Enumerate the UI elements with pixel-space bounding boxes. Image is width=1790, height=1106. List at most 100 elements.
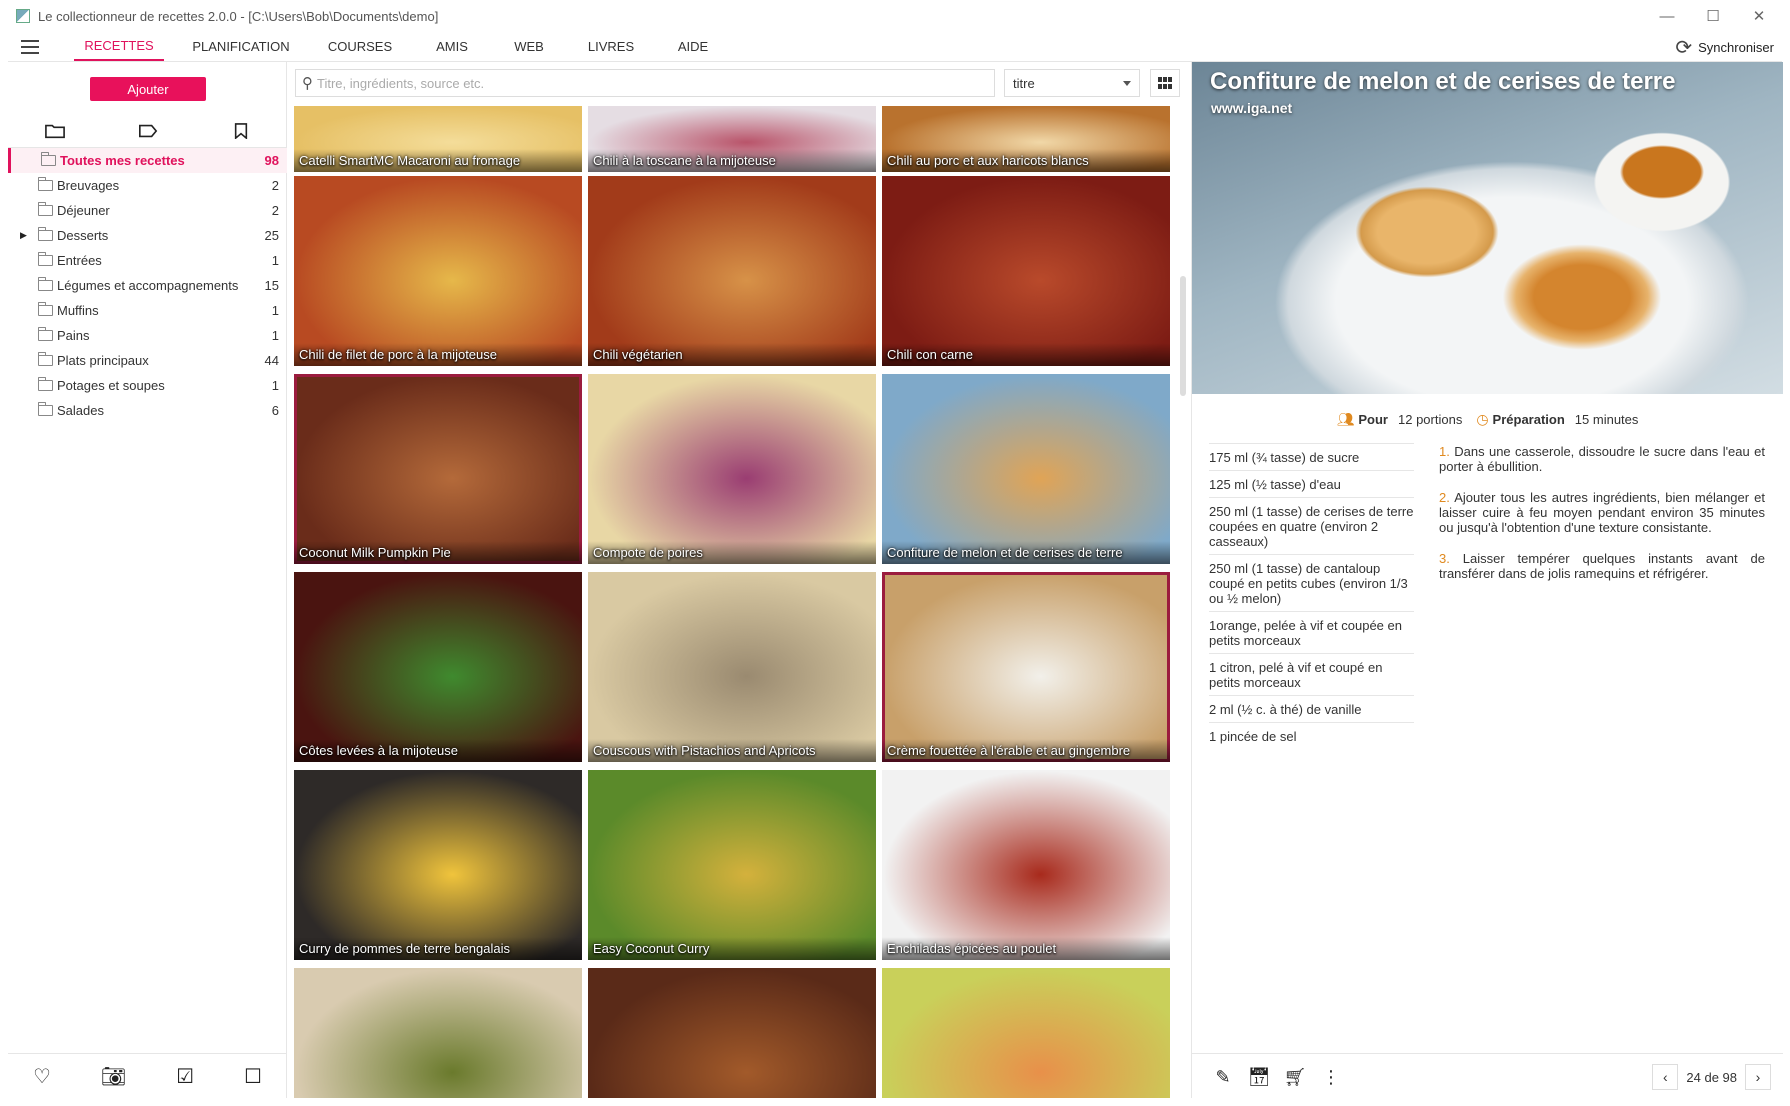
tab-planification[interactable]: PLANIFICATION <box>184 32 298 61</box>
step-number: 3. <box>1439 551 1450 566</box>
recipe-tile[interactable]: Chili au porc et aux haricots blancs <box>882 106 1170 172</box>
recipe-source[interactable]: www.iga.net <box>1211 100 1292 116</box>
tab-tags[interactable] <box>101 114 194 147</box>
folder-icon <box>38 352 53 366</box>
tab-recettes[interactable]: RECETTES <box>74 32 164 61</box>
more-icon[interactable]: ⋮ <box>1316 1062 1346 1092</box>
recipe-tile[interactable]: Curry de pommes de terre bengalais <box>294 770 582 960</box>
calendar-icon[interactable]: 📅︎ <box>1244 1062 1274 1092</box>
chevron-down-icon <box>1123 81 1131 86</box>
maximize-button[interactable]: ☐ <box>1690 0 1736 32</box>
step-item: 3. Laisser tempérer quelques instants av… <box>1439 551 1765 581</box>
recipe-tile[interactable]: Côtes levées à la mijoteuse <box>294 572 582 762</box>
previous-button[interactable]: ‹ <box>1652 1064 1679 1090</box>
recipe-tile[interactable]: Coconut Milk Pumpkin Pie <box>294 374 582 564</box>
bookmark-icon <box>234 122 247 139</box>
folder-name: Déjeuner <box>57 203 110 218</box>
ingredient-item: 125 ml (½ tasse) d'eau <box>1209 471 1414 498</box>
ingredient-item: 1orange, pelée à vif et coupée en petits… <box>1209 612 1414 654</box>
folder-count: 1 <box>271 303 279 318</box>
recipe-grid: Catelli SmartMC Macaroni au fromage Chili… <box>291 106 1171 1098</box>
folder-icon <box>38 202 53 216</box>
camera-icon[interactable]: 📷︎ <box>101 1064 126 1089</box>
add-to-cart-icon[interactable]: 🛒︎ <box>1280 1062 1310 1092</box>
recipe-tile[interactable]: Couscous with Pistachios and Apricots <box>588 572 876 762</box>
recipe-tile[interactable]: Crème fouettée à l'érable et au gingembr… <box>882 572 1170 762</box>
tab-folders[interactable] <box>8 114 101 147</box>
folder-item[interactable]: Déjeuner 2 <box>8 198 287 223</box>
recipe-tile[interactable]: Confiture de melon et de cerises de terr… <box>882 374 1170 564</box>
search-box[interactable]: ⚲ <box>295 69 995 97</box>
recipe-tile[interactable]: Chili de filet de porc à la mijoteuse <box>294 176 582 366</box>
tab-aide[interactable]: AIDE <box>668 32 718 61</box>
folder-count: 2 <box>271 178 279 193</box>
step-number: 1. <box>1439 444 1450 459</box>
folder-item[interactable]: Breuvages 2 <box>8 173 287 198</box>
recipe-tile[interactable]: Easy Coconut Curry <box>588 770 876 960</box>
recipe-tile[interactable] <box>588 968 876 1098</box>
sidebar-footer: ♡ 📷︎ ☑ ☐ <box>8 1053 287 1098</box>
menu-icon[interactable] <box>8 32 52 61</box>
window-title: Le collectionneur de recettes 2.0.0 - [C… <box>38 8 439 24</box>
recipe-tile[interactable] <box>882 968 1170 1098</box>
ingredient-item: 2 ml (½ c. à thé) de vanille <box>1209 696 1414 723</box>
folder-list: Toutes mes recettes 98 Breuvages 2 Déjeuner 2… <box>8 148 287 423</box>
recipe-tile[interactable]: Catelli SmartMC Macaroni au fromage <box>294 106 582 172</box>
recipe-tile[interactable]: Chili con carne <box>882 176 1170 366</box>
tab-amis[interactable]: AMIS <box>422 32 482 61</box>
close-button[interactable]: ✕ <box>1736 0 1782 32</box>
app-icon <box>16 9 30 23</box>
checkbox-checked-icon[interactable]: ☑ <box>176 1064 194 1089</box>
pager: ‹ 24 de 98 › <box>1652 1062 1771 1092</box>
folder-item[interactable]: Salades 6 <box>8 398 287 423</box>
ingredient-item: 175 ml (¾ tasse) de sucre <box>1209 443 1414 471</box>
recipe-tile-title: Confiture de melon et de cerises de terr… <box>882 541 1170 564</box>
ingredient-item: 250 ml (1 tasse) de cerises de terre cou… <box>1209 498 1414 555</box>
grid-icon <box>1158 77 1172 89</box>
title-bar: Le collectionneur de recettes 2.0.0 - [C… <box>0 0 1790 32</box>
left-sidebar: Ajouter Toutes mes recettes 98 Breuvages 2 D… <box>8 62 287 1098</box>
folder-item[interactable]: Toutes mes recettes 98 <box>8 148 287 173</box>
recipe-tile[interactable]: Compote de poires <box>588 374 876 564</box>
sync-button[interactable]: ⟳ Synchroniser <box>1675 32 1774 62</box>
tab-livres[interactable]: LIVRES <box>576 32 646 61</box>
tab-courses[interactable]: COURSES <box>320 32 400 61</box>
step-item: 1. Dans une casserole, dissoudre le sucr… <box>1439 444 1765 474</box>
expand-arrow-icon[interactable]: ▶ <box>20 230 27 241</box>
search-icon: ⚲ <box>302 75 313 92</box>
folder-item[interactable]: Plats principaux 44 <box>8 348 287 373</box>
folder-icon <box>38 277 53 291</box>
recipe-tile[interactable]: Enchiladas épicées au poulet <box>882 770 1170 960</box>
recipe-tile-title: Catelli SmartMC Macaroni au fromage <box>294 149 582 172</box>
sort-select[interactable]: titre <box>1004 69 1140 97</box>
grid-scrollbar[interactable] <box>1180 106 1186 1098</box>
recipe-tile[interactable]: Chili à la toscane à la mijoteuse <box>588 106 876 172</box>
minimize-button[interactable]: — <box>1644 0 1690 32</box>
heart-icon[interactable]: ♡ <box>33 1064 51 1089</box>
next-button[interactable]: › <box>1745 1064 1771 1090</box>
folder-count: 98 <box>264 153 279 168</box>
folder-item[interactable]: Muffins 1 <box>8 298 287 323</box>
folder-item[interactable]: ▶ Desserts 25 <box>8 223 287 248</box>
folder-item[interactable]: Légumes et accompagnements 15 <box>8 273 287 298</box>
sync-icon: ⟳ <box>1675 36 1693 59</box>
recipe-tile[interactable]: Chili végétarien <box>588 176 876 366</box>
scrollbar-thumb[interactable] <box>1180 276 1186 396</box>
ingredient-item: 1 pincée de sel <box>1209 729 1297 744</box>
recipe-tile[interactable] <box>294 968 582 1098</box>
grid-view-button[interactable] <box>1150 69 1180 97</box>
folder-count: 44 <box>264 353 279 368</box>
tab-web[interactable]: WEB <box>504 32 554 61</box>
people-icon: 👥︎ <box>1336 410 1355 427</box>
detail-toolbar: ✎ 📅︎ 🛒︎ ⋮ ‹ 24 de 98 › <box>1192 1053 1783 1098</box>
recipe-title: Confiture de melon et de cerises de terr… <box>1210 68 1676 95</box>
folder-item[interactable]: Pains 1 <box>8 323 287 348</box>
folder-item[interactable]: Entrées 1 <box>8 248 287 273</box>
folder-item[interactable]: Potages et soupes 1 <box>8 373 287 398</box>
tab-bookmarks[interactable] <box>194 114 287 147</box>
edit-icon[interactable]: ✎ <box>1208 1062 1238 1092</box>
checkbox-empty-icon[interactable]: ☐ <box>244 1064 262 1089</box>
search-input[interactable] <box>317 75 957 91</box>
add-recipe-button[interactable]: Ajouter <box>90 77 206 101</box>
main-menu-bar: RECETTES PLANIFICATION COURSES AMIS WEB … <box>8 32 1782 62</box>
